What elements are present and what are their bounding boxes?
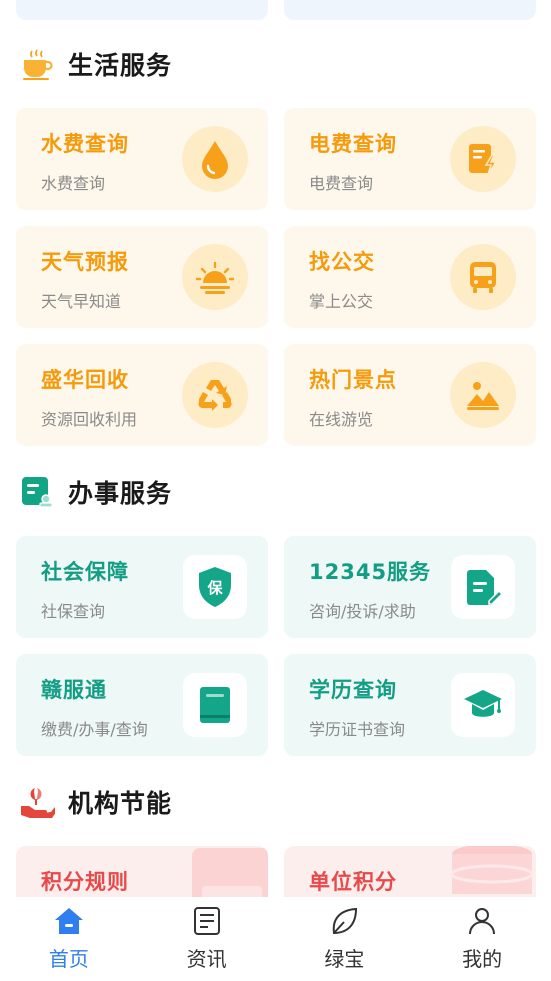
bus-card[interactable]: 找公交 掌上公交	[284, 226, 536, 328]
shield-badge-text: 保	[206, 579, 223, 597]
document-edit-icon	[451, 555, 515, 619]
news-icon	[191, 905, 223, 937]
card-title: 水费查询	[41, 132, 129, 156]
tab-lvbao[interactable]: 绿宝	[276, 897, 414, 981]
scenic-spots-card[interactable]: 热门景点 在线游览	[284, 344, 536, 446]
section-header-life: 生活服务	[18, 44, 172, 84]
weather-card[interactable]: 天气预报 天气早知道	[16, 226, 268, 328]
card-subtitle: 水费查询	[41, 174, 106, 193]
card-subtitle: 资源回收利用	[41, 410, 138, 429]
ganfutong-card[interactable]: 赣服通 缴费/办事/查询	[16, 654, 268, 756]
card-title: 天气预报	[41, 250, 129, 274]
section-title: 机构节能	[68, 789, 173, 818]
tab-label: 我的	[462, 947, 503, 971]
card-title: 热门景点	[309, 368, 397, 392]
card-title: 社会保障	[41, 560, 129, 584]
hand-sprout-icon	[18, 783, 56, 821]
card-subtitle: 在线游览	[309, 410, 374, 429]
tab-label: 资讯	[186, 947, 227, 971]
hotline-12345-card[interactable]: 12345服务 咨询/投诉/求助	[284, 536, 536, 638]
shield-icon: 保	[183, 555, 247, 619]
card-title: 赣服通	[41, 678, 107, 702]
document-stamp-icon	[18, 473, 56, 511]
electric-bill-icon	[450, 126, 516, 192]
electric-fee-card[interactable]: 电费查询 电费查询	[284, 108, 536, 210]
card-title: 单位积分	[309, 870, 397, 894]
mountain-picture-icon	[450, 362, 516, 428]
section-header-energy: 机构节能	[18, 782, 172, 822]
card-title: 学历查询	[309, 678, 397, 702]
education-query-card[interactable]: 学历查询 学历证书查询	[284, 654, 536, 756]
tab-news[interactable]: 资讯	[138, 897, 276, 981]
recycle-card[interactable]: 盛华回收 资源回收利用	[16, 344, 268, 446]
water-drop-icon	[182, 126, 248, 192]
sunrise-icon	[182, 244, 248, 310]
tab-label: 首页	[48, 947, 89, 971]
scrolled-card-left[interactable]	[16, 0, 268, 20]
card-subtitle: 电费查询	[309, 174, 374, 193]
card-subtitle: 社保查询	[41, 602, 106, 621]
card-subtitle: 天气早知道	[41, 292, 122, 311]
card-title: 12345服务	[309, 560, 432, 584]
card-title: 电费查询	[309, 132, 397, 156]
section-title: 生活服务	[68, 51, 173, 80]
tab-mine[interactable]: 我的	[413, 897, 551, 981]
water-fee-card[interactable]: 水费查询 水费查询	[16, 108, 268, 210]
graduation-cap-icon	[451, 673, 515, 737]
leaf-icon	[328, 905, 360, 937]
card-title: 找公交	[309, 250, 375, 274]
scrolled-card-right[interactable]	[284, 0, 536, 20]
card-title: 盛华回收	[41, 368, 129, 392]
section-header-affairs: 办事服务	[18, 472, 172, 512]
card-subtitle: 缴费/办事/查询	[41, 720, 148, 739]
section-title: 办事服务	[68, 479, 173, 508]
card-title: 积分规则	[41, 870, 129, 894]
home-icon	[53, 905, 85, 937]
coffee-cup-icon	[18, 45, 56, 83]
user-icon	[466, 905, 498, 937]
tab-home[interactable]: 首页	[0, 897, 138, 981]
card-subtitle: 掌上公交	[309, 292, 374, 311]
card-subtitle: 学历证书查询	[309, 720, 406, 739]
tab-label: 绿宝	[324, 947, 365, 971]
card-subtitle: 咨询/投诉/求助	[309, 602, 416, 621]
bus-icon	[450, 244, 516, 310]
book-icon	[183, 673, 247, 737]
recycle-icon	[182, 362, 248, 428]
bottom-tab-bar: 首页 资讯 绿宝 我的	[0, 897, 551, 981]
social-security-card[interactable]: 社会保障 社保查询 保	[16, 536, 268, 638]
